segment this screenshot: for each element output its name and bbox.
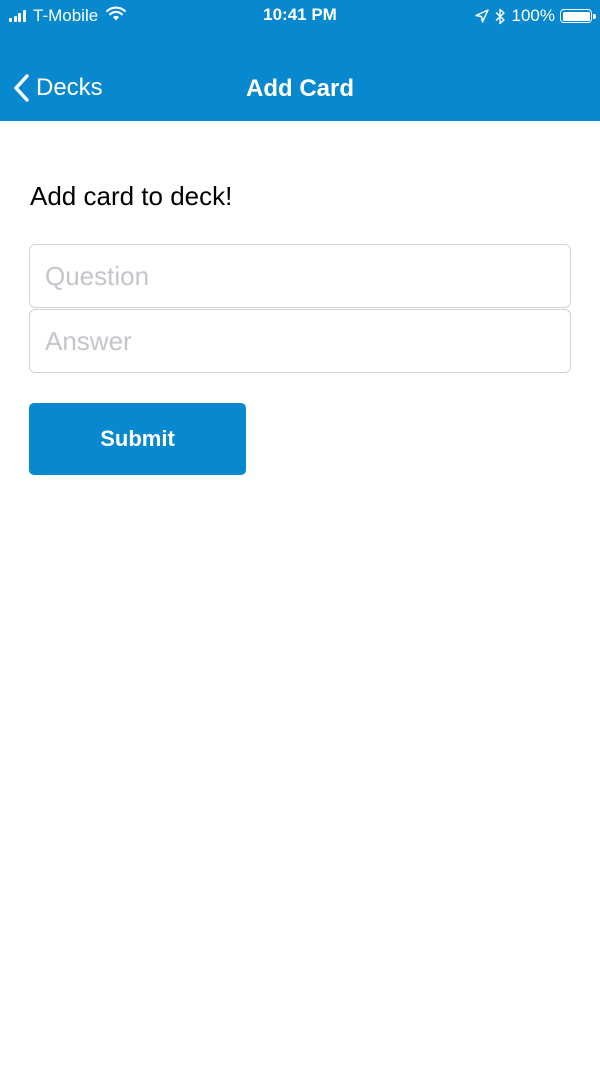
status-bar-right: 100% [474, 5, 596, 27]
bluetooth-icon [495, 8, 506, 25]
add-card-screen: T-Mobile 10:41 PM 100% Decks Add Card Ad… [0, 0, 600, 1066]
battery-percent: 100% [511, 6, 555, 25]
question-input[interactable] [29, 244, 571, 308]
submit-button[interactable]: Submit [29, 403, 246, 475]
battery-icon [560, 9, 596, 23]
location-arrow-icon [474, 9, 489, 23]
answer-input[interactable] [29, 309, 571, 373]
status-bar: T-Mobile 10:41 PM 100% [0, 0, 600, 32]
page-title: Add Card [246, 75, 354, 102]
header: T-Mobile 10:41 PM 100% Decks Add Card [0, 0, 600, 121]
navigation-bar: Decks Add Card [0, 60, 600, 120]
form-heading: Add card to deck! [30, 181, 233, 211]
